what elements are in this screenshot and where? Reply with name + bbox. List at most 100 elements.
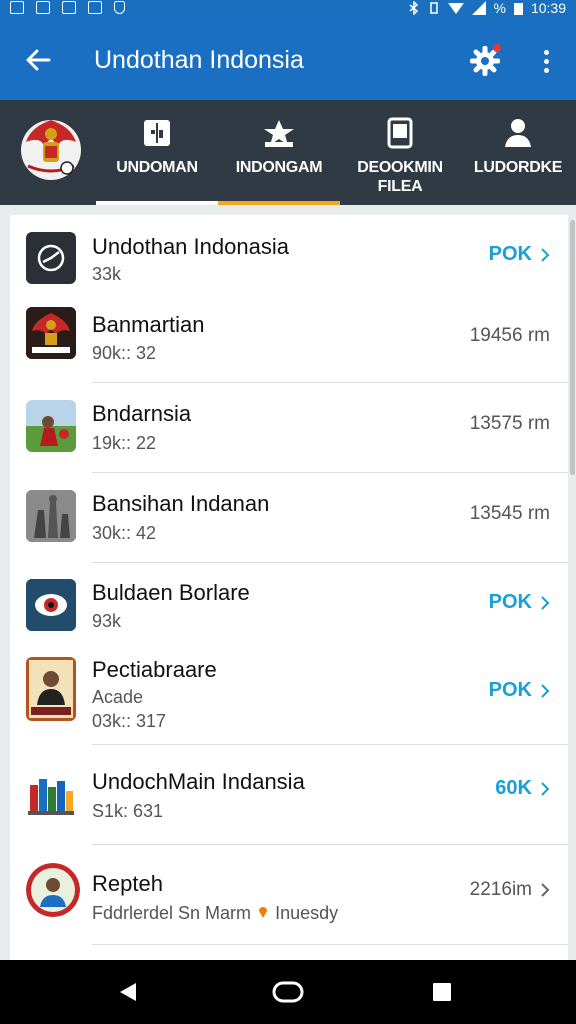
list-item[interactable]: Undothan Indonasia 33k POK [10, 215, 568, 303]
action-label: POK [488, 243, 532, 265]
more-options-button[interactable] [530, 42, 562, 80]
star-icon [264, 120, 294, 147]
back-button[interactable] [18, 40, 58, 80]
item-subtitle: Fddrlerdel Sn Marm Inuesdy [92, 903, 338, 924]
more-vert-icon [543, 49, 549, 55]
system-navigation-bar [0, 960, 576, 1024]
chevron-right-icon [541, 781, 550, 796]
item-title: Repteh [92, 871, 163, 896]
item-subtitle-text: Fddrlerdel Sn Marm [92, 903, 252, 923]
list-item[interactable]: Pectiabraare Acade 03k:: 317 POK [10, 643, 568, 745]
app-bar: Undothan Indonsia [0, 18, 576, 100]
item-subtitle: 30k:: 42 [92, 523, 157, 543]
garuda-thumbnail [26, 307, 76, 359]
tab-undoman[interactable]: UNDOMAN [96, 100, 218, 205]
item-subtitle-secondary: 03k:: 317 [92, 711, 167, 731]
nav-home-button[interactable] [268, 976, 308, 1008]
portrait-thumbnail [26, 657, 76, 721]
notification-icons [10, 1, 125, 14]
book-icon [144, 120, 170, 146]
books-thumbnail [26, 765, 76, 817]
item-meta: 19456 rm [469, 325, 550, 346]
battery-percent: % [493, 0, 506, 16]
item-subtitle: Acade [92, 687, 144, 707]
nav-back-button[interactable] [108, 976, 148, 1008]
list-item[interactable]: Buldaen Borlare 93k POK [10, 563, 568, 651]
battery-icon [513, 3, 523, 15]
location-pin-icon [259, 907, 268, 918]
action-label: 60K [495, 777, 532, 799]
item-action-button[interactable]: POK [489, 591, 550, 614]
chevron-right-icon [541, 247, 550, 262]
tab-deookmin-filea[interactable]: DEOOKMIN FILEA [340, 100, 460, 205]
scrollbar-thumb[interactable] [570, 220, 575, 475]
item-title: Bndarnsia [92, 401, 192, 426]
item-meta: 13545 rm [469, 503, 550, 524]
item-action-button[interactable]: POK [489, 679, 550, 702]
status-bar: % 10:39 [0, 0, 576, 18]
tab-bar: UNDOMAN INDONGAM DEOOKMIN FILEA LUDORDKE [0, 100, 576, 205]
action-label: POK [488, 591, 532, 613]
item-subtitle: 90k:: 32 [92, 343, 157, 363]
app-logo-icon [26, 232, 76, 284]
list-item[interactable]: Banmartian 90k:: 32 19456 rm [10, 295, 568, 383]
app-title: Undothan Indonsia [94, 46, 304, 74]
nav-recents-button[interactable] [422, 976, 462, 1008]
chevron-right-icon [541, 595, 550, 610]
statues-thumbnail [26, 490, 76, 542]
item-action-button[interactable]: POK [489, 243, 550, 266]
list-item[interactable]: Bansihan Indanan 30k:: 42 13545 rm [10, 473, 568, 563]
tab-label: INDONGAM [235, 159, 323, 176]
vibrate-icon [429, 2, 438, 14]
item-title: Bansihan Indanan [92, 491, 270, 516]
clock: 10:39 [530, 0, 566, 16]
tab-label: DEOOKMIN FILEA [357, 159, 443, 195]
document-icon [387, 117, 413, 149]
list-item[interactable]: Repteh Fddrlerdel Sn Marm Inuesdy 2216im [10, 845, 568, 945]
item-meta: 13575 rm [469, 413, 550, 434]
tab-ludordke[interactable]: LUDORDKE [460, 100, 576, 205]
chart-notification-icon [88, 1, 102, 14]
tab-indongam[interactable]: INDONGAM [218, 100, 340, 205]
action-label: POK [488, 679, 532, 701]
list-item[interactable]: Bndarnsia 19k:: 22 13575 rm [10, 383, 568, 473]
tab-indicator [218, 201, 340, 205]
bluetooth-icon [409, 1, 418, 15]
item-subtitle: 33k [92, 264, 122, 284]
garuda-emblem-logo [18, 112, 84, 184]
wifi-icon [447, 3, 464, 14]
divider [92, 944, 568, 945]
chevron-right-icon [541, 883, 550, 897]
item-title: Banmartian [92, 312, 205, 337]
item-action-button[interactable]: 60K [495, 777, 550, 800]
arrow-back-icon [26, 49, 51, 71]
triangle-back-icon [120, 983, 136, 1001]
item-title: Pectiabraare [92, 657, 217, 682]
image-notification-icon [36, 1, 50, 14]
item-subtitle-location: Inuesdy [275, 903, 339, 923]
meta-label: 2216im [469, 879, 532, 900]
item-title: UndochMain Indansia [92, 769, 305, 794]
square-recents-icon [433, 983, 451, 1001]
item-title: Undothan Indonasia [92, 234, 289, 259]
image-notification-icon [10, 1, 24, 14]
camera-notification-icon [62, 1, 76, 14]
tab-label: UNDOMAN [116, 159, 198, 176]
eye-logo-icon [26, 579, 76, 631]
photo-thumbnail [26, 400, 76, 452]
item-subtitle: S1k: 631 [92, 801, 164, 821]
avatar-thumbnail [26, 863, 80, 917]
item-subtitle: 93k [92, 611, 122, 631]
signal-icon [471, 1, 486, 15]
settings-button[interactable] [466, 42, 504, 80]
tab-indicator [96, 201, 218, 205]
person-icon [505, 119, 531, 147]
item-title: Buldaen Borlare [92, 580, 250, 605]
shield-notification-icon [114, 1, 125, 14]
tab-label: LUDORDKE [473, 159, 563, 176]
home-pill-icon [272, 981, 304, 1003]
item-subtitle: 19k:: 22 [92, 433, 157, 453]
item-meta: 2216im [470, 879, 550, 901]
list-item[interactable]: UndochMain Indansia S1k: 631 60K [10, 745, 568, 845]
chevron-right-icon [541, 683, 550, 698]
